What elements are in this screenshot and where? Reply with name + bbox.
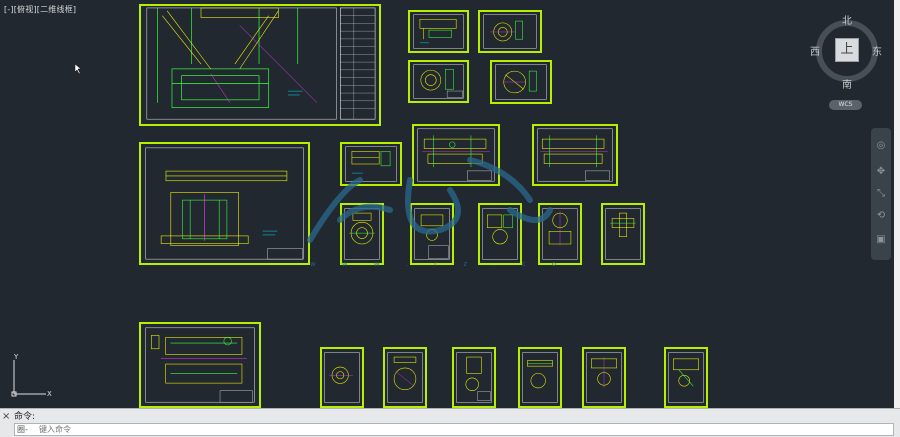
close-icon[interactable]: × [2,412,12,422]
zoom-extents-icon[interactable]: ⤡ [875,188,887,200]
command-prompt-icon[interactable]: 圈- [17,424,28,435]
sheet-part-15[interactable] [452,347,496,408]
ucs-icon: Y X [11,353,52,398]
compass-north[interactable]: 北 [842,12,852,27]
orbit-icon[interactable]: ⟲ [875,210,887,222]
sheet-assembly-drawing[interactable] [139,4,381,126]
ucs-y-label: Y [13,353,19,361]
viewport-label[interactable]: [-][俯视][二维线框] [4,4,76,15]
command-window: × 命令: 圈- [0,408,900,437]
pan-icon[interactable]: ✥ [875,166,887,178]
sheet-part-2[interactable] [478,10,542,53]
sheet-part-14[interactable] [383,347,427,408]
command-history: 命令: [14,412,36,422]
steering-wheel-icon[interactable]: ◎ [875,140,887,152]
mouse-cursor-icon [75,64,82,74]
sheet-part-17[interactable] [582,347,626,408]
command-input[interactable] [39,424,879,435]
sheet-part-16[interactable] [518,347,562,408]
watermark-logo: w w w . r z . c o m [307,157,560,268]
sheet-part-4[interactable] [490,60,552,104]
sheet-part-12[interactable] [601,203,645,265]
sheet-geometry [145,327,255,403]
showmotion-icon[interactable]: ▣ [875,234,887,246]
drawing-canvas[interactable]: [-][俯视][二维线框] w w w . r z . c 上 北 南 东 西 … [0,0,894,408]
sheet-geometry [145,147,304,260]
sheet-part-1[interactable] [408,10,469,53]
ucs-x-label: X [47,390,52,398]
sheet-part-13[interactable] [320,347,364,408]
compass-west[interactable]: 西 [810,43,820,58]
svg-text:w w w . r z . c o m: w w w . r z . c o m [310,260,560,268]
vertical-scrollbar[interactable] [894,0,900,408]
wcs-menu[interactable]: WCS [829,100,862,110]
viewcube[interactable]: 上 北 南 东 西 [808,12,886,91]
sheet-part-3[interactable] [408,60,469,103]
sheet-part-18[interactable] [664,347,708,408]
sheet-base-assembly[interactable] [139,322,261,408]
navigation-bar[interactable]: ◎ ✥ ⤡ ⟲ ▣ [871,128,891,260]
command-line[interactable]: 圈- [14,423,894,436]
viewcube-top-face[interactable]: 上 [835,38,859,62]
sheet-general-layout[interactable] [139,142,310,265]
compass-south[interactable]: 南 [842,76,852,91]
compass-east[interactable]: 东 [872,43,882,58]
sheet-geometry [146,7,376,120]
